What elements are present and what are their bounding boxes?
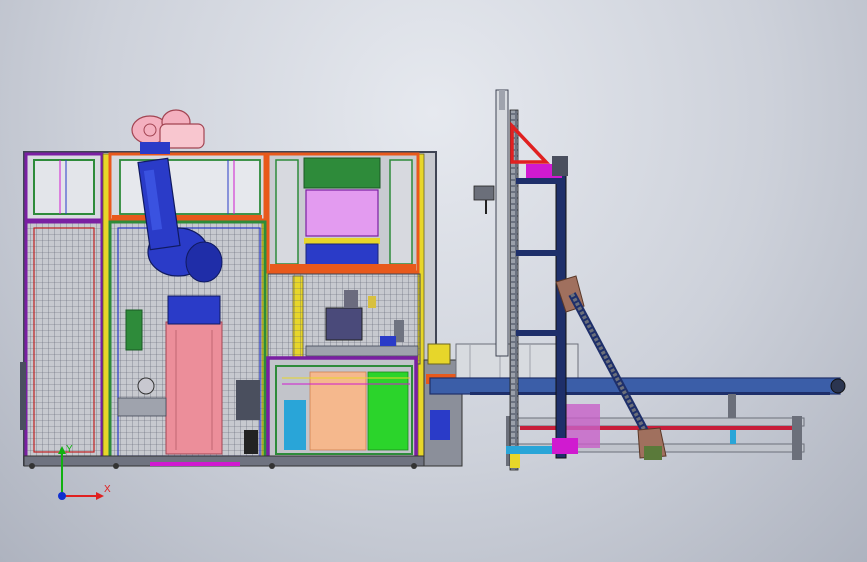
x-axis-label: X: [104, 484, 111, 495]
conveyor[interactable]: [429, 343, 846, 466]
magenta-hopper: [305, 189, 379, 237]
cad-viewport[interactable]: Y X: [0, 0, 867, 562]
y-axis-label: Y: [66, 444, 73, 455]
z-axis-dot: [58, 492, 66, 500]
coordinate-triad: Y X: [58, 444, 111, 500]
assembly-model[interactable]: [0, 0, 867, 562]
robot-pedestal: [165, 321, 223, 455]
robot-cell[interactable]: [20, 151, 463, 469]
left-fence-panel: [24, 220, 104, 460]
cyan-block: [284, 400, 306, 450]
conveyor-belt: [429, 377, 841, 395]
